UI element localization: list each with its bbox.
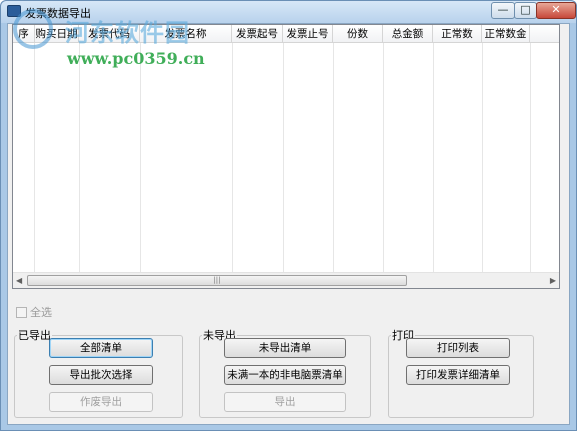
grid-column-line [34, 43, 35, 272]
column-header-purchase-date[interactable]: 购买日期 [35, 25, 79, 43]
client-area: 序 购买日期 发票代码 发票名称 发票起号 发票止号 份数 总金额 正常数 正常… [7, 23, 570, 425]
title-bar[interactable]: 发票数据导出 — □ ✕ [1, 1, 576, 23]
grid-column-line [433, 43, 434, 272]
export-batch-select-button[interactable]: 导出批次选择 [49, 365, 153, 385]
grid-column-line [140, 43, 141, 272]
incomplete-book-list-button[interactable]: 未满一本的非电脑票清单 [224, 365, 346, 385]
column-header-invoice-code[interactable]: 发票代码 [79, 25, 140, 43]
column-header-total-amount[interactable]: 总金额 [383, 25, 433, 43]
app-icon [7, 5, 21, 17]
grid-column-line [333, 43, 334, 272]
maximize-button[interactable]: □ [514, 2, 537, 19]
column-header-invoice-name[interactable]: 发票名称 [140, 25, 232, 43]
column-header-start-number[interactable]: 发票起号 [232, 25, 283, 43]
scroll-right-arrow-icon[interactable]: ▶ [550, 276, 556, 285]
void-export-button[interactable]: 作废导出 [49, 392, 153, 412]
print-invoice-detail-button[interactable]: 打印发票详细清单 [406, 365, 510, 385]
grid-column-line [79, 43, 80, 272]
horizontal-scrollbar[interactable]: ◀ ||| ▶ [13, 272, 559, 288]
select-all-label: 全选 [30, 306, 52, 319]
grid-column-line [283, 43, 284, 272]
minimize-button[interactable]: — [491, 2, 515, 19]
export-button[interactable]: 导出 [224, 392, 346, 412]
grid-column-line [383, 43, 384, 272]
column-header-index[interactable]: 序 [13, 25, 35, 43]
close-button[interactable]: ✕ [536, 2, 576, 19]
column-header-end-number[interactable]: 发票止号 [283, 25, 333, 43]
exported-group-legend: 已导出 [18, 329, 51, 342]
column-header-normal-count[interactable]: 正常数 [433, 25, 482, 43]
grid-header: 序 购买日期 发票代码 发票名称 发票起号 发票止号 份数 总金额 正常数 正常… [13, 25, 559, 43]
grid-column-line [232, 43, 233, 272]
column-header-count[interactable]: 份数 [333, 25, 383, 43]
print-list-button[interactable]: 打印列表 [406, 338, 510, 358]
invoice-grid[interactable]: 序 购买日期 发票代码 发票名称 发票起号 发票止号 份数 总金额 正常数 正常… [12, 24, 560, 289]
scrollbar-thumb[interactable]: ||| [27, 275, 407, 286]
checkbox-box[interactable] [16, 306, 27, 318]
select-all-checkbox[interactable]: 全选 [16, 304, 52, 320]
grid-column-line [482, 43, 483, 272]
column-header-normal-amount[interactable]: 正常数金 [482, 25, 530, 43]
scroll-left-arrow-icon[interactable]: ◀ [16, 276, 22, 285]
main-window: 发票数据导出 — □ ✕ 序 购买日期 发票代码 发票名称 发票起号 发票止号 … [0, 0, 577, 431]
grid-column-line [530, 43, 531, 272]
window-title: 发票数据导出 [25, 7, 91, 20]
all-list-button[interactable]: 全部清单 [49, 338, 153, 358]
not-exported-list-button[interactable]: 未导出清单 [224, 338, 346, 358]
